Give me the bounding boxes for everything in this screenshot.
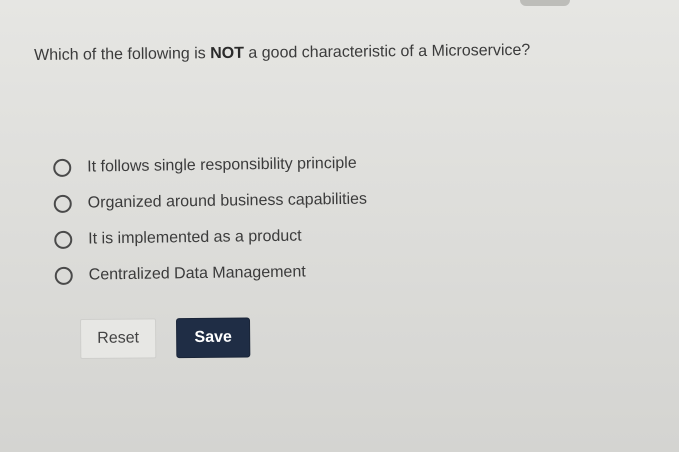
quiz-page: Which of the following is NOT a good cha… — [0, 0, 679, 452]
option-label: Centralized Data Management — [88, 263, 306, 284]
option-4[interactable]: Centralized Data Management — [54, 252, 455, 294]
radio-button[interactable] — [53, 158, 72, 177]
reset-button[interactable]: Reset — [80, 318, 157, 359]
option-1[interactable]: It follows single responsibility princip… — [53, 144, 453, 186]
answer-options: It follows single responsibility princip… — [53, 144, 455, 294]
question-suffix: a good characteristic of a Microservice? — [243, 41, 531, 62]
option-2[interactable]: Organized around business capabilities — [53, 180, 454, 222]
option-label: Organized around business capabilities — [87, 190, 368, 212]
radio-button[interactable] — [54, 266, 73, 285]
question-prefix: Which of the following is — [34, 45, 211, 64]
radio-button[interactable] — [54, 230, 73, 249]
option-label: It follows single responsibility princip… — [87, 154, 357, 176]
option-label: It is implemented as a product — [88, 227, 302, 248]
partial-element-top — [520, 0, 570, 6]
question-text: Which of the following is NOT a good cha… — [34, 41, 654, 65]
radio-button[interactable] — [53, 194, 72, 213]
question-emphasis: NOT — [210, 44, 245, 63]
option-3[interactable]: It is implemented as a product — [54, 216, 454, 258]
save-button[interactable]: Save — [175, 317, 251, 359]
action-buttons: Reset Save — [80, 317, 251, 359]
